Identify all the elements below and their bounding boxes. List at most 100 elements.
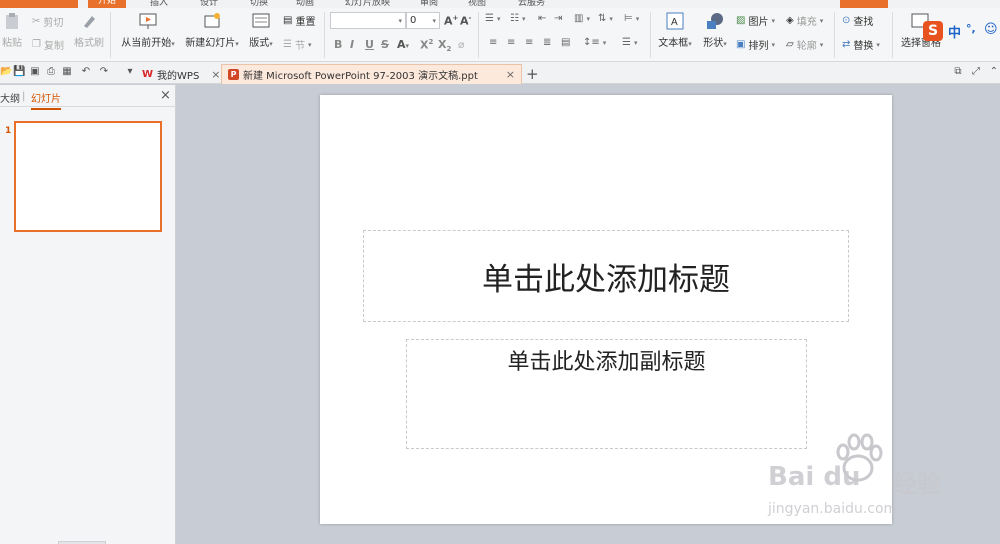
tab-cloud[interactable]: 云服务 [518, 0, 545, 8]
text-box-button[interactable]: A 文本框▾ [656, 12, 694, 49]
align-right-icon: ≡ [525, 37, 534, 48]
bullets-button[interactable]: ☰ ▾ [485, 13, 500, 24]
decrease-indent-button[interactable]: ⇤ [538, 13, 546, 24]
underline-button[interactable]: U [365, 38, 374, 51]
ime-mode[interactable]: 中 [948, 22, 961, 41]
tab-insert[interactable]: 插入 [150, 0, 168, 8]
increase-indent-button[interactable]: ⇥ [554, 13, 562, 24]
align-left-button[interactable]: ≡ [489, 37, 497, 48]
print-preview-icon[interactable]: ▦ [61, 66, 73, 78]
export-pdf-icon[interactable]: ▣ [29, 66, 41, 78]
close-icon[interactable]: × [506, 68, 515, 81]
text-effects-button[interactable]: ⌀ [458, 38, 465, 51]
text-box-label: 文本框 [658, 38, 689, 49]
find-button[interactable]: ⊙ 查找 [842, 13, 873, 28]
format-painter-button[interactable]: 格式刷 [72, 12, 106, 49]
new-tab-icon[interactable]: + [526, 65, 539, 83]
undo-icon[interactable]: ↶ [80, 66, 92, 78]
paste-button[interactable]: 粘贴 [0, 12, 24, 49]
sogou-ime-icon[interactable]: S [923, 21, 943, 41]
slide-thumbnail[interactable] [14, 121, 162, 232]
paste-label: 粘贴 [2, 38, 22, 49]
tab-my-wps-label: 我的WPS [157, 70, 200, 82]
outdent-icon: ⇤ [538, 13, 547, 24]
tab-animations[interactable]: 动画 [296, 0, 314, 8]
brush-icon [79, 12, 99, 30]
separator [650, 12, 651, 58]
strikethrough-button[interactable]: S [381, 38, 389, 51]
ime-punctuation[interactable]: °, [966, 22, 976, 35]
tab-view[interactable]: 视图 [468, 0, 486, 8]
indent-icon: ⇥ [554, 13, 563, 24]
tab-bar: 📂 💾 ▣ ⎙ ▦ ↶ ↷ ▾ W 我的WPS × P 新建 Microsoft… [0, 62, 1000, 84]
distribute-button[interactable]: ▤ [561, 37, 570, 48]
copy-button[interactable]: ❐ 复制 [32, 37, 64, 52]
close-icon[interactable]: × [160, 88, 171, 103]
numbering-button[interactable]: ☷ ▾ [510, 13, 525, 24]
slide[interactable]: 单击此处添加标题 单击此处添加副标题 [320, 95, 892, 524]
close-icon[interactable]: × [211, 68, 220, 81]
subscript-button[interactable]: X2 [438, 38, 451, 53]
superscript-button[interactable]: X2 [420, 38, 433, 52]
reset-icon: ▤ [283, 15, 293, 26]
font-name-select[interactable]: ▾ [330, 12, 406, 29]
minimize-ribbon-icon[interactable]: ⌃ [988, 66, 1000, 78]
font-size-select[interactable]: 0 ▾ [406, 12, 440, 29]
feedback-icon[interactable]: ⧉ [952, 66, 964, 78]
outline-button[interactable]: ▱ 轮廓 ▾ [786, 37, 823, 52]
customize-toolbar-icon[interactable]: ▾ [124, 66, 136, 78]
tab-slideshow[interactable]: 幻灯片放映 [345, 0, 390, 8]
align-right-button[interactable]: ≡ [525, 37, 533, 48]
tab-my-wps[interactable]: W 我的WPS × [136, 64, 227, 84]
tab-outline[interactable]: 大纲 [0, 90, 20, 105]
paragraph-settings-button[interactable]: ☰ ▾ [622, 37, 637, 48]
numbered-list-icon: ☷ [510, 13, 519, 24]
shape-label: 形状 [703, 38, 724, 49]
columns-button[interactable]: ▥ ▾ [574, 13, 590, 24]
section-button[interactable]: ☰ 节 ▾ [283, 37, 311, 52]
tab-transitions[interactable]: 切换 [250, 0, 268, 8]
picture-button[interactable]: ▨ 图片 ▾ [736, 13, 775, 28]
align-center-button[interactable]: ≡ [507, 37, 515, 48]
tab-design[interactable]: 设计 [200, 0, 218, 8]
arrange-button[interactable]: ▣ 排列 ▾ [736, 37, 775, 52]
save-icon[interactable]: 💾 [13, 66, 25, 78]
align-text-button[interactable]: ⊨ ▾ [624, 13, 639, 24]
justify-button[interactable]: ≣ [543, 37, 551, 48]
layout-icon [251, 12, 271, 30]
text-direction-button[interactable]: ⇅ ▾ [598, 13, 613, 24]
tab-review[interactable]: 审阅 [420, 0, 438, 8]
reset-label: 重置 [295, 17, 316, 28]
ime-emoji-icon[interactable]: ☺ [984, 22, 998, 37]
separator [110, 12, 111, 58]
tab-slides[interactable]: 幻灯片 [31, 90, 61, 110]
subtitle-placeholder[interactable]: 单击此处添加副标题 [406, 339, 807, 449]
redo-icon[interactable]: ↷ [98, 66, 110, 78]
shape-button[interactable]: 形状▾ [700, 12, 730, 49]
tab-document[interactable]: P 新建 Microsoft PowerPoint 97-2003 演示文稿.p… [221, 64, 522, 84]
cut-button[interactable]: ✂ 剪切 [32, 14, 63, 29]
tab-home[interactable]: 开始 [88, 0, 127, 8]
italic-button[interactable]: I [350, 38, 354, 51]
search-icon: ⊙ [842, 15, 851, 26]
print-icon[interactable]: ⎙ [45, 66, 57, 78]
expand-icon[interactable]: ⤢ [970, 66, 982, 78]
shrink-font-button[interactable]: A- [460, 14, 471, 28]
align-left-icon: ≡ [489, 37, 498, 48]
layout-button[interactable]: 版式▾ [246, 12, 276, 49]
play-from-current-button[interactable]: 从当前开始▾ [118, 12, 178, 49]
wps-app-button[interactable] [0, 0, 78, 8]
fill-button[interactable]: ◈ 填充 ▾ [786, 13, 823, 28]
wps-logo-icon: W [142, 68, 154, 80]
replace-button[interactable]: ⇄ 替换 ▾ [842, 37, 880, 52]
new-slide-button[interactable]: 新建幻灯片▾ [182, 12, 242, 49]
title-placeholder[interactable]: 单击此处添加标题 [363, 230, 849, 322]
open-icon[interactable]: 📂 [0, 66, 12, 78]
font-color-button[interactable]: A▾ [397, 38, 409, 51]
grow-font-button[interactable]: A+ [444, 14, 458, 28]
reset-button[interactable]: ▤ 重置 [283, 13, 315, 28]
line-spacing-button[interactable]: ↕≡ ▾ [583, 37, 606, 48]
bold-button[interactable]: B [334, 38, 342, 51]
account-button[interactable] [840, 0, 888, 8]
separator [892, 12, 893, 58]
